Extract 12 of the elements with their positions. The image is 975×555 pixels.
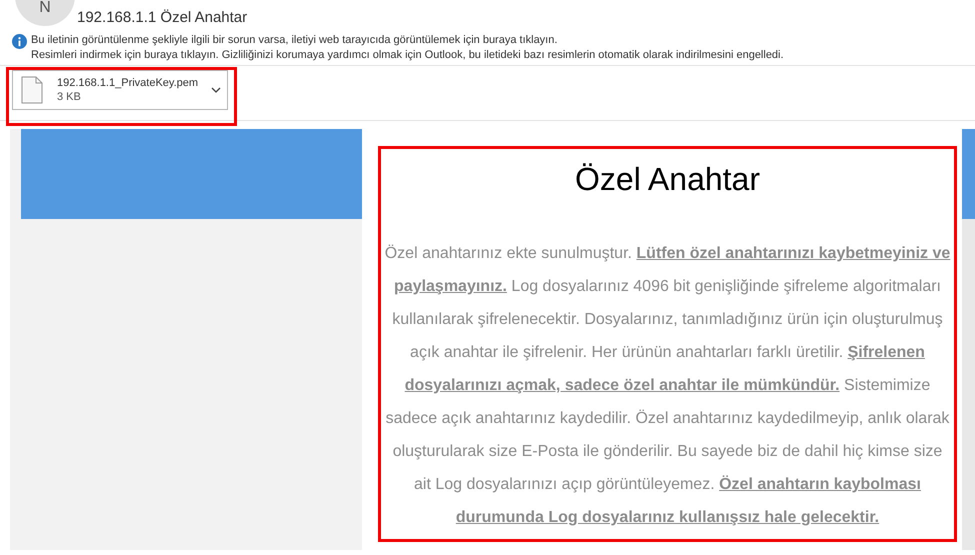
- info-icon: [12, 34, 27, 49]
- attachment-size: 3 KB: [57, 90, 82, 104]
- file-icon: [21, 76, 43, 104]
- email-subject: 192.168.1.1 Özel Anahtar: [77, 8, 248, 28]
- message-heading: Özel Anahtar: [575, 160, 760, 199]
- attachment-name: 192.168.1.1_PrivateKey.pem: [57, 76, 200, 90]
- avatar-initial: N: [39, 0, 51, 16]
- message-paragraph: Özel anahtarınız ekte sunulmuştur. Lütfen özel anahtarınızı kaybetmeyiniz ve paylaşmayınız. Log dosyalarınız 4096 bit genişliğinde şifreleme algoritmaları kullanılarak şifrelenecektir. Dosyalarınız, tanımladığınız ürün için oluşturulmuş açık anahtar ile şifrelenir. Her ürünün anahtarları farklı üretilir. Şifrelenen dosyalarınızı açmak, sadece özel anahtar ile mümkündür. Sistemimize sadece açık anahtarınız kaydedilir. Özel anahtarınız kaydedilmeyip, anlık olarak oluşturularak size E-Posta ile gönderilir. Bu sayede biz de dahil hiç kimse size ait Log dosyalarınızı açıp görüntüleyemez. Özel anahtarın kaybolması durumunda Log dosyalarınız kullanışsız hale gelecektir.: [384, 244, 951, 528]
- info-message[interactable]: Resimleri indirmek için buraya tıklayın. Gizliliğinizi korumaya yardımcı olmak için Outlook, bu iletideki bazı resimlerin otomatik olarak indirilmesini engelledi.: [31, 48, 784, 63]
- chevron-down-icon[interactable]: [211, 87, 221, 93]
- attachment[interactable]: 192.168.1.1_PrivateKey.pem 3 KB: [12, 70, 228, 110]
- info-message[interactable]: Bu iletinin görüntülenme şekliyle ilgili bir sorun varsa, iletiyi web tarayıcıda görüntülemek için buraya tıklayın.: [31, 33, 784, 48]
